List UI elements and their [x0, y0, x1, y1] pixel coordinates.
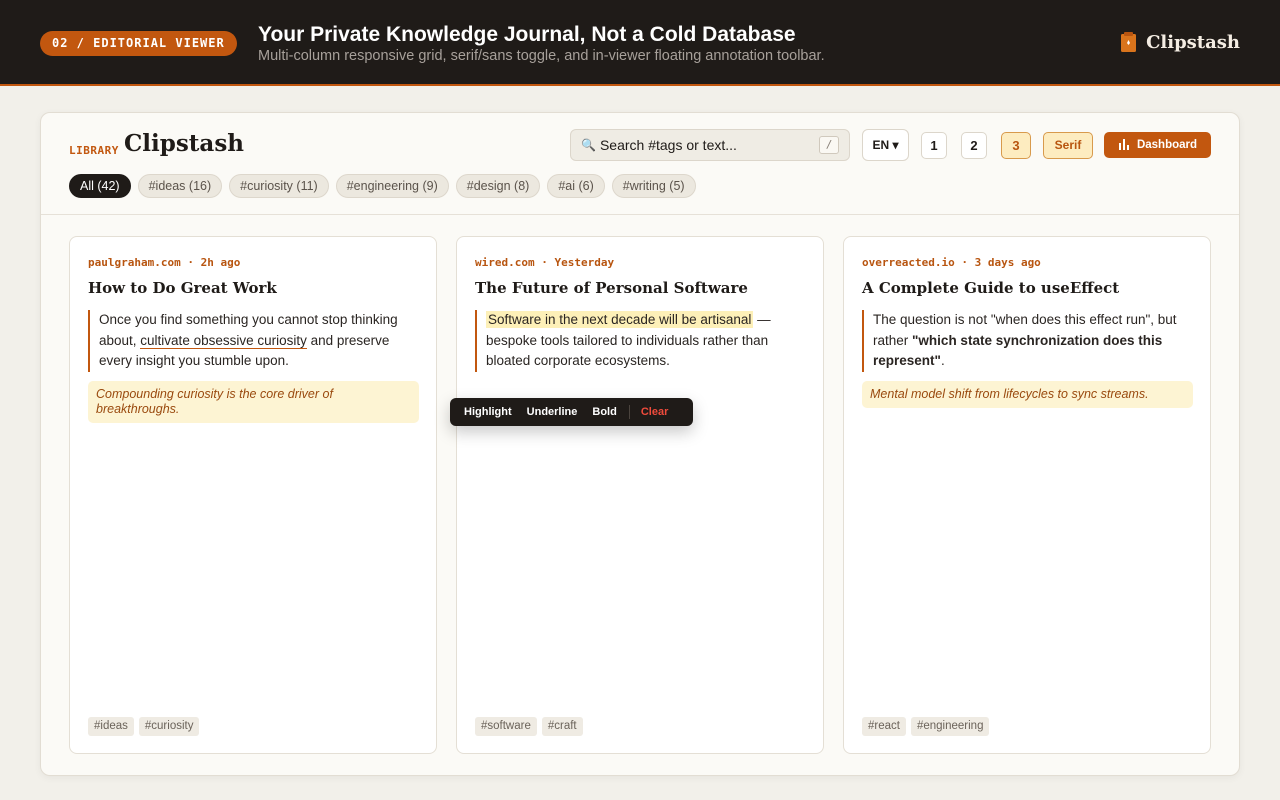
card-tag[interactable]: #engineering: [910, 717, 990, 736]
card-tags: #software #craft: [475, 717, 583, 736]
card-title[interactable]: A Complete Guide to useEffect: [862, 279, 1119, 297]
card-quote[interactable]: Once you find something you cannot stop …: [88, 310, 418, 372]
banner-title: Your Private Knowledge Journal, Not a Co…: [258, 23, 796, 46]
banner-subtitle: Multi-column responsive grid, serif/sans…: [258, 48, 825, 64]
bold-button[interactable]: Bold: [592, 406, 616, 418]
library-panel: LIBRARY Clipstash 🔍 / EN ▾ 1 2 3 Serif D…: [40, 112, 1240, 776]
bar-chart-icon: [1118, 138, 1130, 153]
library-label: LIBRARY: [69, 144, 119, 157]
quote-text: .: [940, 353, 945, 368]
annotation-toolbar: Highlight Underline Bold Clear: [450, 398, 693, 426]
viewer-badge: 02 / EDITORIAL VIEWER: [40, 31, 237, 56]
underline-button[interactable]: Underline: [527, 406, 578, 418]
card-title[interactable]: How to Do Great Work: [88, 279, 277, 297]
library-header: LIBRARY Clipstash 🔍 / EN ▾ 1 2 3 Serif D…: [41, 113, 1239, 215]
brand[interactable]: Clipstash: [1120, 31, 1240, 53]
columns-2-button[interactable]: 2: [961, 132, 987, 159]
top-banner: 02 / EDITORIAL VIEWER Your Private Knowl…: [0, 0, 1280, 86]
card-title[interactable]: The Future of Personal Software: [475, 279, 748, 297]
card-note[interactable]: Compounding curiosity is the core driver…: [88, 381, 419, 423]
search-shortcut-key: /: [819, 136, 839, 154]
tag-filter-design[interactable]: #design (8): [455, 174, 541, 198]
search-input[interactable]: [599, 137, 819, 153]
columns-3-button[interactable]: 3: [1001, 132, 1031, 159]
card-quote[interactable]: The question is not "when does this effe…: [862, 310, 1192, 372]
dashboard-label: Dashboard: [1136, 139, 1198, 151]
card-note[interactable]: Mental model shift from lifecycles to sy…: [862, 381, 1193, 408]
serif-toggle-button[interactable]: Serif: [1043, 132, 1093, 159]
columns-1-button[interactable]: 1: [921, 132, 947, 159]
tag-filter-ai[interactable]: #ai (6): [547, 174, 605, 198]
tag-filter-bar: All (42) #ideas (16) #curiosity (11) #en…: [69, 174, 696, 198]
dashboard-button[interactable]: Dashboard: [1104, 132, 1211, 158]
card-quote[interactable]: Software in the next decade will be arti…: [475, 310, 805, 372]
clip-card[interactable]: overreacted.io · 3 days ago A Complete G…: [843, 236, 1211, 754]
card-tag[interactable]: #software: [475, 717, 537, 736]
tag-filter-all[interactable]: All (42): [69, 174, 131, 198]
card-tags: #react #engineering: [862, 717, 990, 736]
search-icon: 🔍: [581, 138, 596, 152]
highlight-button[interactable]: Highlight: [464, 406, 512, 418]
card-tag[interactable]: #ideas: [88, 717, 134, 736]
library-title: Clipstash: [124, 130, 245, 157]
card-source: paulgraham.com · 2h ago: [88, 256, 241, 269]
tag-filter-engineering[interactable]: #engineering (9): [335, 174, 449, 198]
clip-card[interactable]: wired.com · Yesterday The Future of Pers…: [456, 236, 824, 754]
search-box[interactable]: 🔍 /: [570, 129, 850, 161]
language-select[interactable]: EN ▾: [862, 129, 909, 161]
bold-text[interactable]: "which state synchronization does this r…: [873, 333, 1162, 369]
clear-button[interactable]: Clear: [641, 406, 669, 418]
tag-filter-writing[interactable]: #writing (5): [611, 174, 696, 198]
tag-filter-ideas[interactable]: #ideas (16): [137, 174, 223, 198]
bookmark-icon: [1120, 31, 1138, 53]
highlighted-text[interactable]: Software in the next decade will be arti…: [486, 311, 754, 328]
tag-filter-curiosity[interactable]: #curiosity (11): [229, 174, 329, 198]
brand-name: Clipstash: [1146, 31, 1240, 53]
card-source: wired.com · Yesterday: [475, 256, 615, 269]
card-tags: #ideas #curiosity: [88, 717, 200, 736]
card-tag[interactable]: #craft: [541, 717, 583, 736]
card-tag[interactable]: #react: [862, 717, 906, 736]
clip-card[interactable]: paulgraham.com · 2h ago How to Do Great …: [69, 236, 437, 754]
card-tag[interactable]: #curiosity: [138, 717, 200, 736]
card-source: overreacted.io · 3 days ago: [862, 256, 1041, 269]
toolbar-divider: [628, 405, 630, 419]
underlined-text[interactable]: cultivate obsessive curiosity: [140, 332, 307, 349]
